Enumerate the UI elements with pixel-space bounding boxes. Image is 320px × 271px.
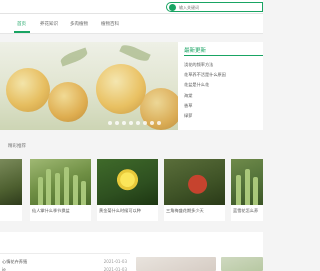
nav-home[interactable]: 首页 [17, 21, 26, 27]
succulent-leaf [64, 167, 69, 205]
banner-leaf [59, 47, 89, 67]
news-link[interactable]: 花盆是什么花 [184, 82, 209, 88]
article-thumbnail[interactable] [221, 257, 263, 271]
recommend-card[interactable] [0, 159, 22, 221]
divider [0, 253, 130, 254]
latest-updates-panel: 最新更新 浇花的频率方法 花草养不活是什么原因 花盆是什么花 海棠 香草 绿萝 [178, 42, 263, 130]
search-input[interactable] [179, 3, 259, 11]
divider [184, 55, 263, 56]
card-image[interactable] [30, 159, 91, 205]
card-image[interactable] [231, 159, 263, 205]
news-link[interactable]: 浇花的频率方法 [184, 62, 213, 68]
nav-succulents[interactable]: 多肉植物 [70, 21, 88, 27]
recommend-card[interactable]: 蓝雪花怎么养 [231, 159, 263, 221]
recommend-card[interactable]: 三角梅盛花期多少天 [164, 159, 225, 221]
latest-updates-title: 最新更新 [184, 48, 207, 54]
banner-fruit [96, 64, 146, 114]
succulent-leaf [55, 173, 60, 205]
article-link[interactable]: 心情花卉养殖 [2, 259, 27, 265]
card-image[interactable] [0, 159, 22, 205]
search-box[interactable] [166, 2, 263, 12]
banner-carousel[interactable] [0, 42, 178, 130]
plant-leaf [245, 169, 250, 205]
nav-plant-encyclopedia[interactable]: 植物百科 [101, 21, 119, 27]
recommend-card[interactable]: 仙人掌什么季节换盆 [30, 159, 91, 221]
succulent-leaf [81, 181, 86, 205]
card-caption[interactable]: 三角梅盛花期多少天 [166, 208, 204, 214]
card-caption[interactable]: 仙人掌什么季节换盆 [32, 208, 70, 214]
recommend-title: 精彩推荐 [8, 144, 26, 149]
banner-fruit [48, 82, 88, 122]
article-date: 2021-01-03 [103, 259, 127, 264]
card-caption[interactable]: 黄金菊什么时候可以种 [99, 208, 141, 214]
banner-fruit [6, 68, 50, 112]
nav-gardening-tips[interactable]: 养花知识 [40, 21, 58, 27]
article-date: 2021-01-03 [103, 267, 127, 271]
banner-leaf [119, 42, 151, 64]
news-link[interactable]: 海棠 [184, 93, 192, 99]
nav-active-indicator [14, 31, 30, 33]
succulent-leaf [38, 177, 43, 205]
news-link[interactable]: 香草 [184, 103, 192, 109]
carousel-dot[interactable] [122, 121, 126, 125]
search-icon[interactable] [169, 4, 176, 11]
recommend-card[interactable]: 黄金菊什么时候可以种 [97, 159, 158, 221]
plant-leaf [253, 177, 258, 205]
carousel-dot[interactable] [143, 121, 147, 125]
card-caption[interactable]: 蓝雪花怎么养 [233, 208, 258, 214]
carousel-dot[interactable] [129, 121, 133, 125]
carousel-dot[interactable] [108, 121, 112, 125]
card-image[interactable] [97, 159, 158, 205]
succulent-leaf [46, 169, 51, 205]
main-nav: 首页 养花知识 多肉植物 植物百科 [0, 14, 263, 34]
carousel-dot[interactable] [136, 121, 140, 125]
carousel-dot[interactable] [150, 121, 154, 125]
article-thumbnail[interactable] [136, 257, 216, 271]
article-link[interactable]: ie [2, 267, 6, 271]
news-link[interactable]: 绿萝 [184, 113, 192, 119]
plant-leaf [236, 175, 241, 205]
article-list-section: 心情花卉养殖 2021-01-03 ie 2021-01-03 [0, 232, 263, 271]
carousel-dot[interactable] [115, 121, 119, 125]
card-image[interactable] [164, 159, 225, 205]
top-bar [0, 0, 263, 14]
news-link[interactable]: 花草养不活是什么原因 [184, 72, 226, 78]
carousel-dot[interactable] [157, 121, 161, 125]
succulent-leaf [73, 175, 78, 205]
